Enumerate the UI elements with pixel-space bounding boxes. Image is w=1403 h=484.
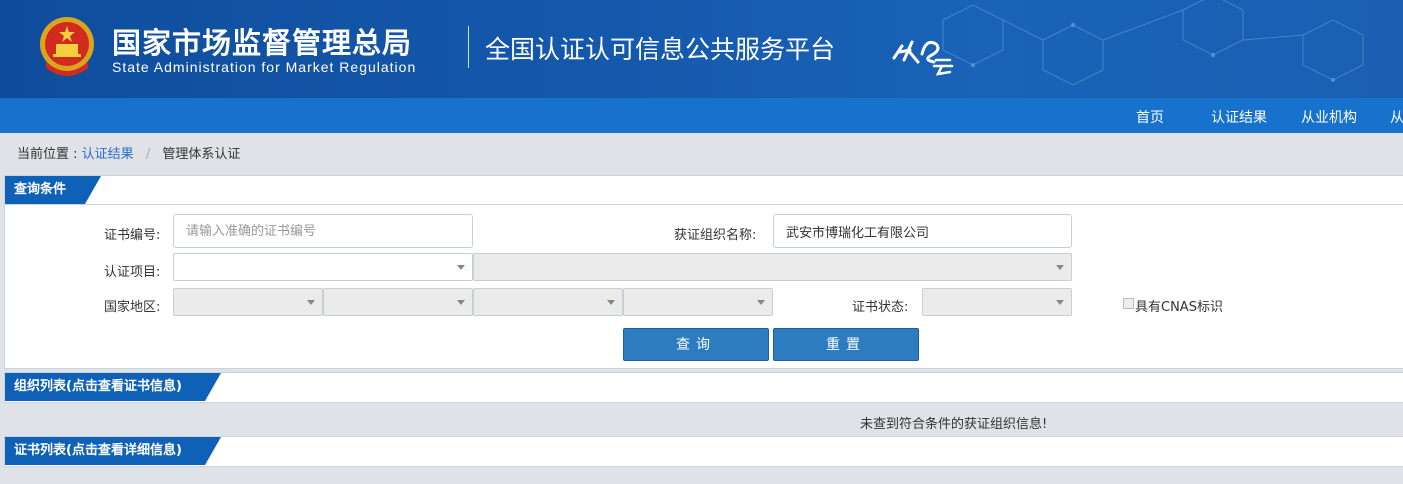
breadcrumb-current: 管理体系认证 [162,147,241,162]
chevron-down-icon [607,300,615,305]
city-select[interactable] [473,288,623,316]
national-emblem-icon [40,17,94,76]
chevron-down-icon [1056,300,1064,305]
district-select[interactable] [623,288,773,316]
cnas-checkbox[interactable] [1123,298,1134,309]
breadcrumb-separator: / [145,147,151,162]
country-select[interactable] [173,288,323,316]
org-name-label: 获证组织名称: [674,228,757,243]
panel-divider [5,204,1403,205]
region-label: 国家地区: [104,300,161,315]
nav-cert-results[interactable]: 认证结果 [1211,107,1267,127]
cert-list-title: 证书列表(点击查看详细信息) [5,437,221,465]
main-navbar: 首页 认证结果 从业机构 从 [0,98,1403,133]
cert-status-label: 证书状态: [852,300,909,315]
breadcrumb: 当前位置 : 认证结果 / 管理体系认证 [17,143,240,162]
breadcrumb-link-cert-results[interactable]: 认证结果 [82,147,134,162]
project-select[interactable] [173,253,473,281]
chevron-down-icon [457,265,465,270]
project-label: 认证项目: [104,265,161,280]
agency-name-en: State Administration for Market Regulati… [112,59,417,75]
org-name-input[interactable] [773,214,1072,248]
query-panel-title: 查询条件 [5,176,101,204]
header-divider [468,26,469,68]
nav-home[interactable]: 首页 [1136,107,1164,127]
project-subtype-select[interactable] [473,253,1072,281]
cert-status-select[interactable] [922,288,1072,316]
nav-item-truncated[interactable]: 从 [1390,107,1403,127]
org-list-title: 组织列表(点击查看证书信息) [5,373,221,401]
cert-list-panel: 证书列表(点击查看详细信息) [4,436,1403,467]
renzheng-cloud-logo [892,40,954,76]
breadcrumb-prefix: 当前位置 : [17,147,78,162]
site-header: 国家市场监督管理总局 State Administration for Mark… [0,0,1403,98]
nav-practitioner-orgs[interactable]: 从业机构 [1301,107,1357,127]
platform-title: 全国认证认可信息公共服务平台 [485,35,836,64]
cnas-label: 具有CNAS标识 [1135,300,1223,315]
province-select[interactable] [323,288,473,316]
search-button[interactable]: 查询 [623,328,769,361]
org-list-empty-message: 未查到符合条件的获证组织信息! [860,417,1048,432]
chevron-down-icon [307,300,315,305]
chevron-down-icon [457,300,465,305]
agency-name-cn: 国家市场监督管理总局 [112,26,413,60]
cert-no-input[interactable] [173,214,473,248]
chevron-down-icon [1056,265,1064,270]
cert-no-label: 证书编号: [104,228,161,243]
reset-button[interactable]: 重置 [773,328,919,361]
network-pattern-decoration [942,0,1364,86]
chevron-down-icon [757,300,765,305]
org-list-panel: 组织列表(点击查看证书信息) [4,372,1403,403]
